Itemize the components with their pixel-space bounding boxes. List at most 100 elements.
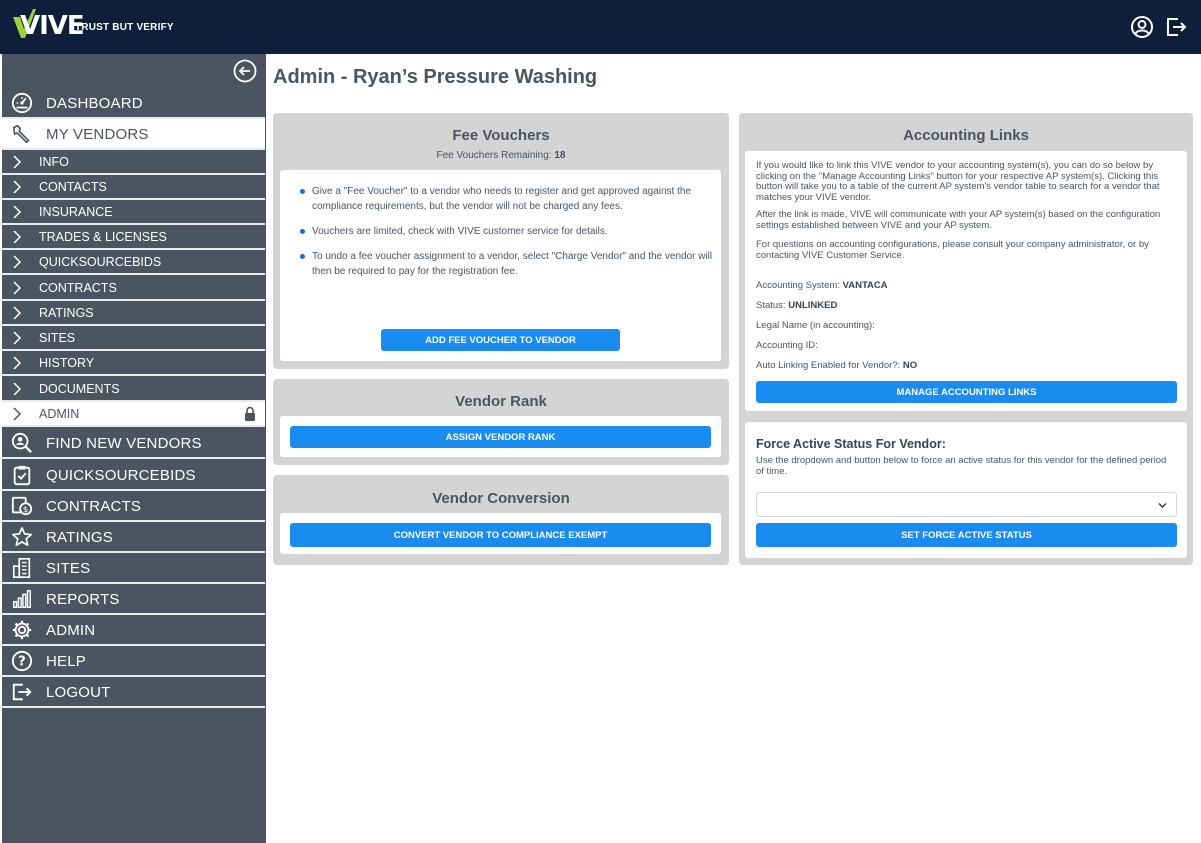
sidebar-item-quicksourcebids[interactable]: QUICKSOURCEBIDS <box>2 460 265 491</box>
chevron-right-icon <box>13 407 22 421</box>
sidebar-item-label: FIND NEW VENDORS <box>46 435 202 452</box>
vendor-rank-card: ASSIGN VENDOR RANK <box>280 416 721 457</box>
panel-title: Vendor Rank <box>455 393 547 410</box>
convert-vendor-button[interactable]: CONVERT VENDOR TO COMPLIANCE EXEMPT <box>290 523 711 547</box>
tagline: TRUST BUT VERIFY <box>75 22 174 33</box>
accounting-system-field: Accounting System: VANTACA <box>756 280 888 291</box>
sidebar-subitem-contacts[interactable]: CONTACTS <box>2 175 265 200</box>
force-active-card: Force Active Status For Vendor: Use the … <box>745 422 1187 558</box>
field-value: VANTACA <box>842 280 888 291</box>
accounting-links-panel: Accounting Links If you would like to li… <box>739 113 1193 565</box>
field-label: Auto Linking Enabled for Vendor?: <box>756 360 901 371</box>
gear-icon <box>12 620 32 640</box>
lock-icon <box>245 406 255 421</box>
sidebar-item-label: DASHBOARD <box>46 95 143 112</box>
sidebar-item-label: CONTACTS <box>39 180 107 194</box>
sidebar-item-label: SITES <box>46 560 91 577</box>
accounting-info-text: If you would like to link this VIVE vend… <box>756 160 1160 203</box>
sidebar-item-label: DOCUMENTS <box>39 382 120 396</box>
force-active-title: Force Active Status For Vendor: <box>756 437 946 451</box>
sidebar-item-help[interactable]: ? HELP <box>2 646 265 677</box>
sidebar-item-find-new-vendors[interactable]: FIND NEW VENDORS <box>2 428 265 459</box>
sidebar-item-dashboard[interactable]: DASHBOARD <box>2 88 265 119</box>
sidebar-item-label: QUICKSOURCEBIDS <box>46 467 196 484</box>
vendor-conversion-card: CONVERT VENDOR TO COMPLIANCE EXEMPT <box>280 513 721 554</box>
sidebar-item-label: CONTRACTS <box>39 281 117 295</box>
sidebar-item-label: QUICKSOURCEBIDS <box>39 255 162 269</box>
sidebar-subitem-history[interactable]: HISTORY <box>2 351 265 376</box>
sidebar-subitem-trades-licenses[interactable]: TRADES & LICENSES <box>2 225 265 250</box>
sidebar-item-ratings[interactable]: RATINGS <box>2 522 265 553</box>
field-value: NO <box>902 360 918 371</box>
field-value: UNLINKED <box>788 300 838 311</box>
remaining-label: Fee Vouchers Remaining: <box>436 150 552 161</box>
chevron-right-icon <box>13 180 22 194</box>
search-user-icon <box>11 432 32 453</box>
chevron-right-icon <box>13 281 22 295</box>
chevron-down-icon <box>1158 503 1167 508</box>
building-icon <box>12 558 31 578</box>
clipboard-icon <box>13 465 31 486</box>
sidebar-item-label: SITES <box>39 331 76 345</box>
sidebar-item-label: RATINGS <box>39 306 94 320</box>
svg-text:?: ? <box>18 655 25 670</box>
force-active-select[interactable] <box>756 492 1177 517</box>
add-fee-voucher-button[interactable]: ADD FEE VOUCHER TO VENDOR <box>381 329 620 351</box>
accounting-info-text: For questions on accounting configuratio… <box>756 239 1149 261</box>
panel-title: Vendor Conversion <box>432 490 570 507</box>
info-bullet: To undo a fee voucher assignment to a ve… <box>300 249 720 279</box>
auto-linking-field: Auto Linking Enabled for Vendor?: NO <box>756 360 917 371</box>
star-icon <box>12 527 32 547</box>
contract-icon: $ <box>11 496 33 516</box>
vive-logo[interactable]: VIVE <box>12 9 85 39</box>
collapse-sidebar-icon[interactable] <box>233 59 257 83</box>
logout-icon <box>12 683 32 701</box>
sidebar-item-admin[interactable]: ADMIN <box>2 615 265 646</box>
sidebar-item-label: REPORTS <box>46 591 120 608</box>
legal-name-field: Legal Name (in accounting): <box>756 320 875 331</box>
user-circle-icon[interactable] <box>1130 15 1154 39</box>
sidebar-item-label: MY VENDORS <box>46 126 149 143</box>
sidebar-subitem-sites[interactable]: SITES <box>2 326 265 351</box>
panel-title: Fee Vouchers <box>452 127 550 144</box>
manage-accounting-links-button[interactable]: MANAGE ACCOUNTING LINKS <box>756 381 1177 403</box>
remaining-value: 18 <box>554 150 566 161</box>
sidebar-item-label: TRADES & LICENSES <box>39 230 167 244</box>
info-bullet: Give a "Fee Voucher" to a vendor who nee… <box>300 184 720 214</box>
panel-title: Accounting Links <box>903 127 1029 144</box>
logout-icon[interactable] <box>1164 15 1188 39</box>
fee-vouchers-remaining: Fee Vouchers Remaining: 18 <box>273 150 729 161</box>
sidebar-item-logout[interactable]: LOGOUT <box>2 677 265 708</box>
sidebar-item-contracts[interactable]: $ CONTRACTS <box>2 491 265 522</box>
field-label: Status: <box>756 300 786 311</box>
set-force-active-button[interactable]: SET FORCE ACTIVE STATUS <box>756 523 1177 547</box>
vendor-conversion-panel: Vendor Conversion CONVERT VENDOR TO COMP… <box>273 475 729 565</box>
accounting-links-card: If you would like to link this VIVE vend… <box>745 151 1187 411</box>
force-active-description: Use the dropdown and button below to for… <box>756 455 1167 477</box>
accounting-info-text: After the link is made, VIVE will commun… <box>756 209 1161 231</box>
assign-vendor-rank-button[interactable]: ASSIGN VENDOR RANK <box>290 426 711 448</box>
chevron-right-icon <box>13 306 22 320</box>
sidebar-item-label: ADMIN <box>46 622 96 639</box>
dashboard-icon <box>11 92 33 114</box>
sidebar-subitem-quicksourcebids[interactable]: QUICKSOURCEBIDS <box>2 250 265 275</box>
sidebar-subitem-contracts[interactable]: CONTRACTS <box>2 276 265 301</box>
sidebar-item-label: HELP <box>46 653 86 670</box>
chevron-right-icon <box>13 255 22 269</box>
sidebar-subitem-info[interactable]: INFO <box>2 150 265 175</box>
info-bullet: Vouchers are limited, check with VIVE cu… <box>300 224 720 239</box>
fee-vouchers-card: Give a "Fee Voucher" to a vendor who nee… <box>280 170 721 361</box>
sidebar-subitem-insurance[interactable]: INSURANCE <box>2 200 265 225</box>
sidebar-item-my-vendors[interactable]: MY VENDORS <box>2 119 265 150</box>
sidebar-item-reports[interactable]: REPORTS <box>2 584 265 615</box>
sidebar-item-label: INFO <box>39 155 69 169</box>
sidebar-subitem-documents[interactable]: DOCUMENTS <box>2 377 265 402</box>
sidebar-item-sites[interactable]: SITES <box>2 553 265 584</box>
sidebar-item-label: CONTRACTS <box>46 498 142 515</box>
sidebar-subitem-admin[interactable]: ADMIN <box>2 402 265 427</box>
chevron-right-icon <box>13 356 22 370</box>
accounting-id-field: Accounting ID: <box>756 340 818 351</box>
sidebar-subitem-ratings[interactable]: RATINGS <box>2 301 265 326</box>
fee-vouchers-panel: Fee Vouchers Fee Vouchers Remaining: 18 … <box>273 113 729 369</box>
top-bar: VIVE TRUST BUT VERIFY <box>0 0 1201 54</box>
